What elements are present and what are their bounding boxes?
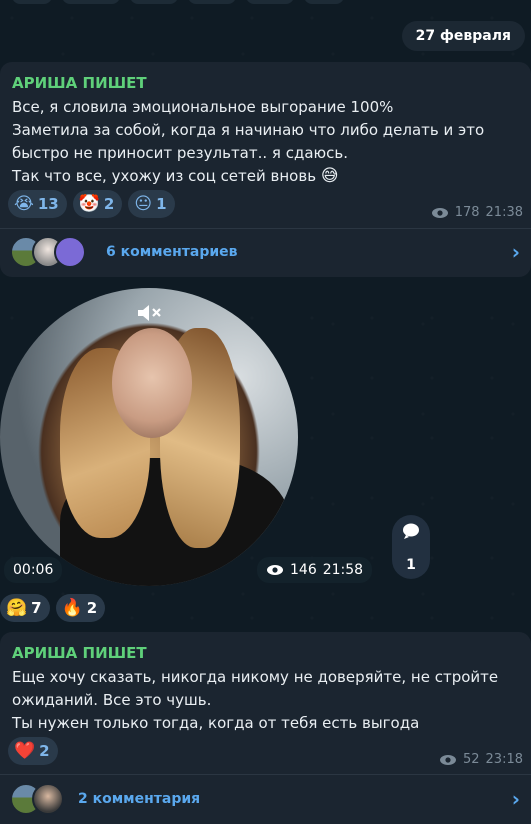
previous-reactions-row: [0, 0, 531, 8]
message-bubble: АРИША ПИШЕТ Все, я словила эмоциональное…: [0, 62, 531, 277]
reactions-bar: 😭 13 🤡 2 😐 1: [8, 190, 175, 218]
message-line: Так что все, ухожу из соц сетей вновь 😅: [12, 166, 339, 186]
reaction-crying[interactable]: 😭 13: [8, 190, 67, 218]
reaction-neutral[interactable]: 😐 1: [128, 190, 175, 218]
reaction-pill[interactable]: [12, 0, 52, 4]
speaker-muted-icon: [138, 305, 161, 321]
views-icon: [439, 754, 456, 765]
message-line: ожиданий. Все это чушь.: [12, 691, 212, 709]
message-time: 23:18: [485, 752, 523, 767]
video-message[interactable]: [0, 288, 298, 586]
date-chip: 27 февраля: [401, 21, 525, 51]
message-time: 21:38: [485, 205, 523, 220]
message-text: Еще хочу сказать, никогда никому не дове…: [12, 666, 522, 735]
reaction-pill[interactable]: [62, 0, 120, 4]
message-line: Все, я словила эмоциональное выгорание 1…: [12, 98, 394, 116]
comment-count: 1: [406, 557, 416, 573]
message-time: 21:58: [322, 562, 364, 578]
comments-link[interactable]: 2 комментария ›: [10, 783, 520, 815]
sweat-smile-emoji: 😅: [320, 166, 339, 186]
comments-count-label: 6 комментариев: [106, 244, 238, 260]
channel-author[interactable]: АРИША ПИШЕТ: [12, 644, 147, 662]
video-duration: 00:06: [4, 557, 63, 583]
reaction-pill[interactable]: [246, 0, 294, 4]
views-icon: [267, 565, 283, 575]
comments-count-label: 2 комментария: [78, 791, 201, 807]
reaction-pill[interactable]: [130, 0, 178, 4]
views-count: 178: [454, 205, 480, 220]
reactions-bar: 🤗 7 🔥 2: [0, 594, 106, 622]
reactions-bar: ❤️ 2: [8, 737, 58, 765]
message-meta: 178 21:38: [431, 205, 523, 220]
message-line: Заметила за собой, когда я начинаю что л…: [12, 121, 485, 139]
reaction-pill[interactable]: [188, 0, 236, 4]
video-comments-button[interactable]: 1: [392, 515, 430, 579]
message-line: Еще хочу сказать, никогда никому не дове…: [12, 668, 499, 686]
reaction-pill[interactable]: [304, 0, 344, 4]
message-text: Все, я словила эмоциональное выгорание 1…: [12, 96, 522, 188]
avatar: [32, 783, 64, 815]
channel-author[interactable]: АРИША ПИШЕТ: [12, 74, 147, 92]
views-count: 146: [290, 562, 317, 578]
commenter-avatars: [10, 236, 86, 268]
chevron-right-icon: ›: [511, 787, 520, 811]
message-meta: 52 23:18: [439, 752, 523, 767]
comment-bubble-icon: [403, 523, 419, 539]
views-icon: [431, 207, 448, 218]
avatar: [54, 236, 86, 268]
divider: [0, 228, 531, 229]
message-line: Ты нужен только тогда, когда от тебя ест…: [12, 714, 420, 732]
reaction-clown[interactable]: 🤡 2: [72, 190, 123, 218]
video-meta: 146 21:58: [257, 557, 373, 583]
chevron-right-icon: ›: [511, 240, 520, 264]
divider: [0, 774, 531, 775]
comments-link[interactable]: 6 комментариев ›: [10, 236, 520, 268]
reaction-heart[interactable]: ❤️ 2: [8, 737, 58, 765]
reaction-fire[interactable]: 🔥 2: [55, 594, 106, 622]
views-count: 52: [462, 752, 480, 767]
commenter-avatars: [10, 783, 64, 815]
reaction-hug[interactable]: 🤗 7: [0, 594, 50, 622]
message-line: быстро не приносит результат.. я сдаюсь.: [12, 144, 348, 162]
message-bubble: АРИША ПИШЕТ Еще хочу сказать, никогда ни…: [0, 632, 531, 824]
